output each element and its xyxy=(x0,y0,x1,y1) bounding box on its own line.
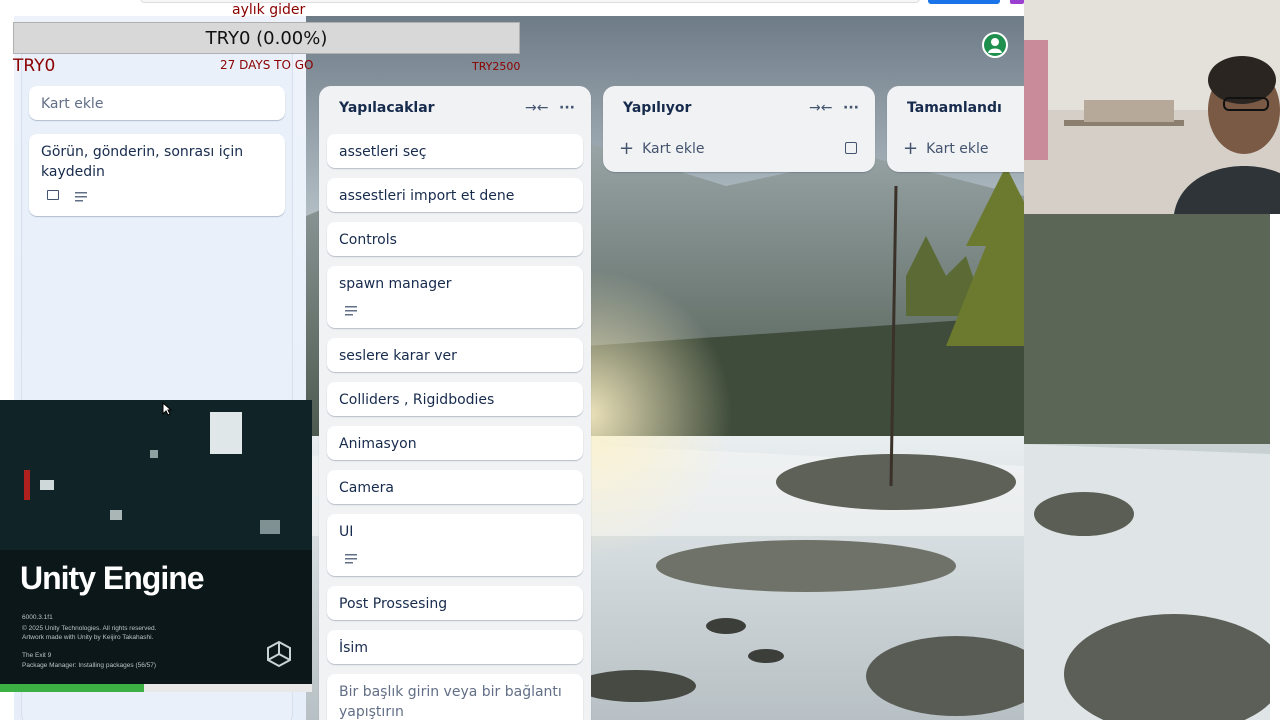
card-title: assetleri seç xyxy=(339,144,427,160)
gider-target: TRY2500 xyxy=(472,60,521,73)
share-button[interactable] xyxy=(928,0,1000,4)
gider-days-to-go: 27 DAYS TO GO xyxy=(220,58,314,72)
description-icon xyxy=(345,306,357,316)
card-title: Controls xyxy=(339,232,397,248)
unity-status: Package Manager: Installing packages (56… xyxy=(22,662,157,669)
board-background-right xyxy=(1024,214,1270,720)
card-title: Camera xyxy=(339,480,394,496)
unity-progress-bar xyxy=(0,684,312,692)
unity-version: 6000.3.1f1 xyxy=(22,614,53,621)
list-title[interactable]: Yapılıyor xyxy=(623,100,691,116)
extension-button[interactable] xyxy=(1010,0,1024,4)
webcam-overlay xyxy=(1024,0,1280,214)
gider-progress-bar: TRY0 (0.00%) xyxy=(13,22,520,54)
description-icon xyxy=(345,554,357,564)
list-yapiliyor: Yapılıyor →← ··· + Kart ekle xyxy=(603,86,875,172)
unity-progress-fill xyxy=(0,684,144,692)
card[interactable]: UI xyxy=(327,514,583,576)
new-card-composer[interactable]: Bir başlık girin veya bir bağlantı yapış… xyxy=(327,674,583,720)
card[interactable]: Colliders , Rigidbodies xyxy=(327,382,583,416)
add-card-button[interactable]: + Kart ekle xyxy=(619,137,705,161)
gider-title: aylık gider xyxy=(232,2,306,18)
unity-title: Unity Engine xyxy=(20,560,205,596)
list-title[interactable]: Yapılacaklar xyxy=(339,100,435,116)
unity-copyright: © 2025 Unity Technologies. All rights re… xyxy=(22,625,157,632)
unity-splash-window: Unity Engine 6000.3.1f1 © 2025 Unity Tec… xyxy=(0,400,312,692)
card-title: Görün, gönderin, sonrası için kaydedin xyxy=(41,144,244,180)
card-title: UI xyxy=(339,524,354,540)
card-title: Post Prossesing xyxy=(339,596,448,612)
add-card-label: Kart ekle xyxy=(926,141,989,157)
email-icon xyxy=(47,190,59,200)
description-icon xyxy=(75,192,87,202)
card[interactable]: seslere karar ver xyxy=(327,338,583,372)
card[interactable]: Controls xyxy=(327,222,583,256)
left-card-save[interactable]: Görün, gönderin, sonrası için kaydedin xyxy=(29,134,285,216)
plus-icon: + xyxy=(619,138,635,159)
left-add-card-label: Kart ekle xyxy=(41,96,104,112)
card[interactable]: Post Prossesing xyxy=(327,586,583,620)
composer-placeholder: Bir başlık girin veya bir bağlantı yapış… xyxy=(339,684,562,720)
add-card-button[interactable]: + Kart ekle xyxy=(903,137,989,161)
left-add-card-input[interactable]: Kart ekle xyxy=(29,86,285,120)
collapse-arrows-icon[interactable]: →← xyxy=(809,98,832,118)
gider-progress-text: TRY0 (0.00%) xyxy=(205,27,328,49)
card[interactable]: İsim xyxy=(327,630,583,664)
card-title: spawn manager xyxy=(339,276,452,292)
card-title: seslere karar ver xyxy=(339,348,457,364)
plus-icon: + xyxy=(903,138,919,159)
add-card-label: Kart ekle xyxy=(642,141,705,157)
card[interactable]: assestleri import et dene xyxy=(327,178,583,212)
unity-project: The Exit 9 xyxy=(22,652,52,659)
unity-artwork: Artwork made with Unity by Keijiro Takah… xyxy=(22,634,154,641)
card[interactable]: assetleri seç xyxy=(327,134,583,168)
card[interactable]: Camera xyxy=(327,470,583,504)
list-tamamlandi: Tamamlandı + Kart ekle xyxy=(887,86,1024,172)
card[interactable]: spawn manager xyxy=(327,266,583,328)
collapse-arrows-icon[interactable]: →← xyxy=(525,98,548,118)
screen: Kart ekle Görün, gönderin, sonrası için … xyxy=(0,0,1280,720)
landscape-image-right xyxy=(1024,214,1270,720)
user-avatar-icon[interactable] xyxy=(982,32,1008,58)
card-title: assestleri import et dene xyxy=(339,188,515,204)
gider-current: TRY0 xyxy=(13,56,56,76)
card-title: Colliders , Rigidbodies xyxy=(339,392,495,408)
list-title[interactable]: Tamamlandı xyxy=(907,100,1002,116)
ellipsis-icon[interactable]: ··· xyxy=(557,98,577,118)
webcam-image xyxy=(1024,0,1280,214)
card-title: Animasyon xyxy=(339,436,417,452)
card-title: İsim xyxy=(339,640,368,656)
unity-cube-icon xyxy=(267,640,291,668)
card-template-icon[interactable] xyxy=(845,142,857,154)
mouse-cursor-icon xyxy=(162,402,172,416)
card[interactable]: Animasyon xyxy=(327,426,583,460)
ellipsis-icon[interactable]: ··· xyxy=(841,98,861,118)
